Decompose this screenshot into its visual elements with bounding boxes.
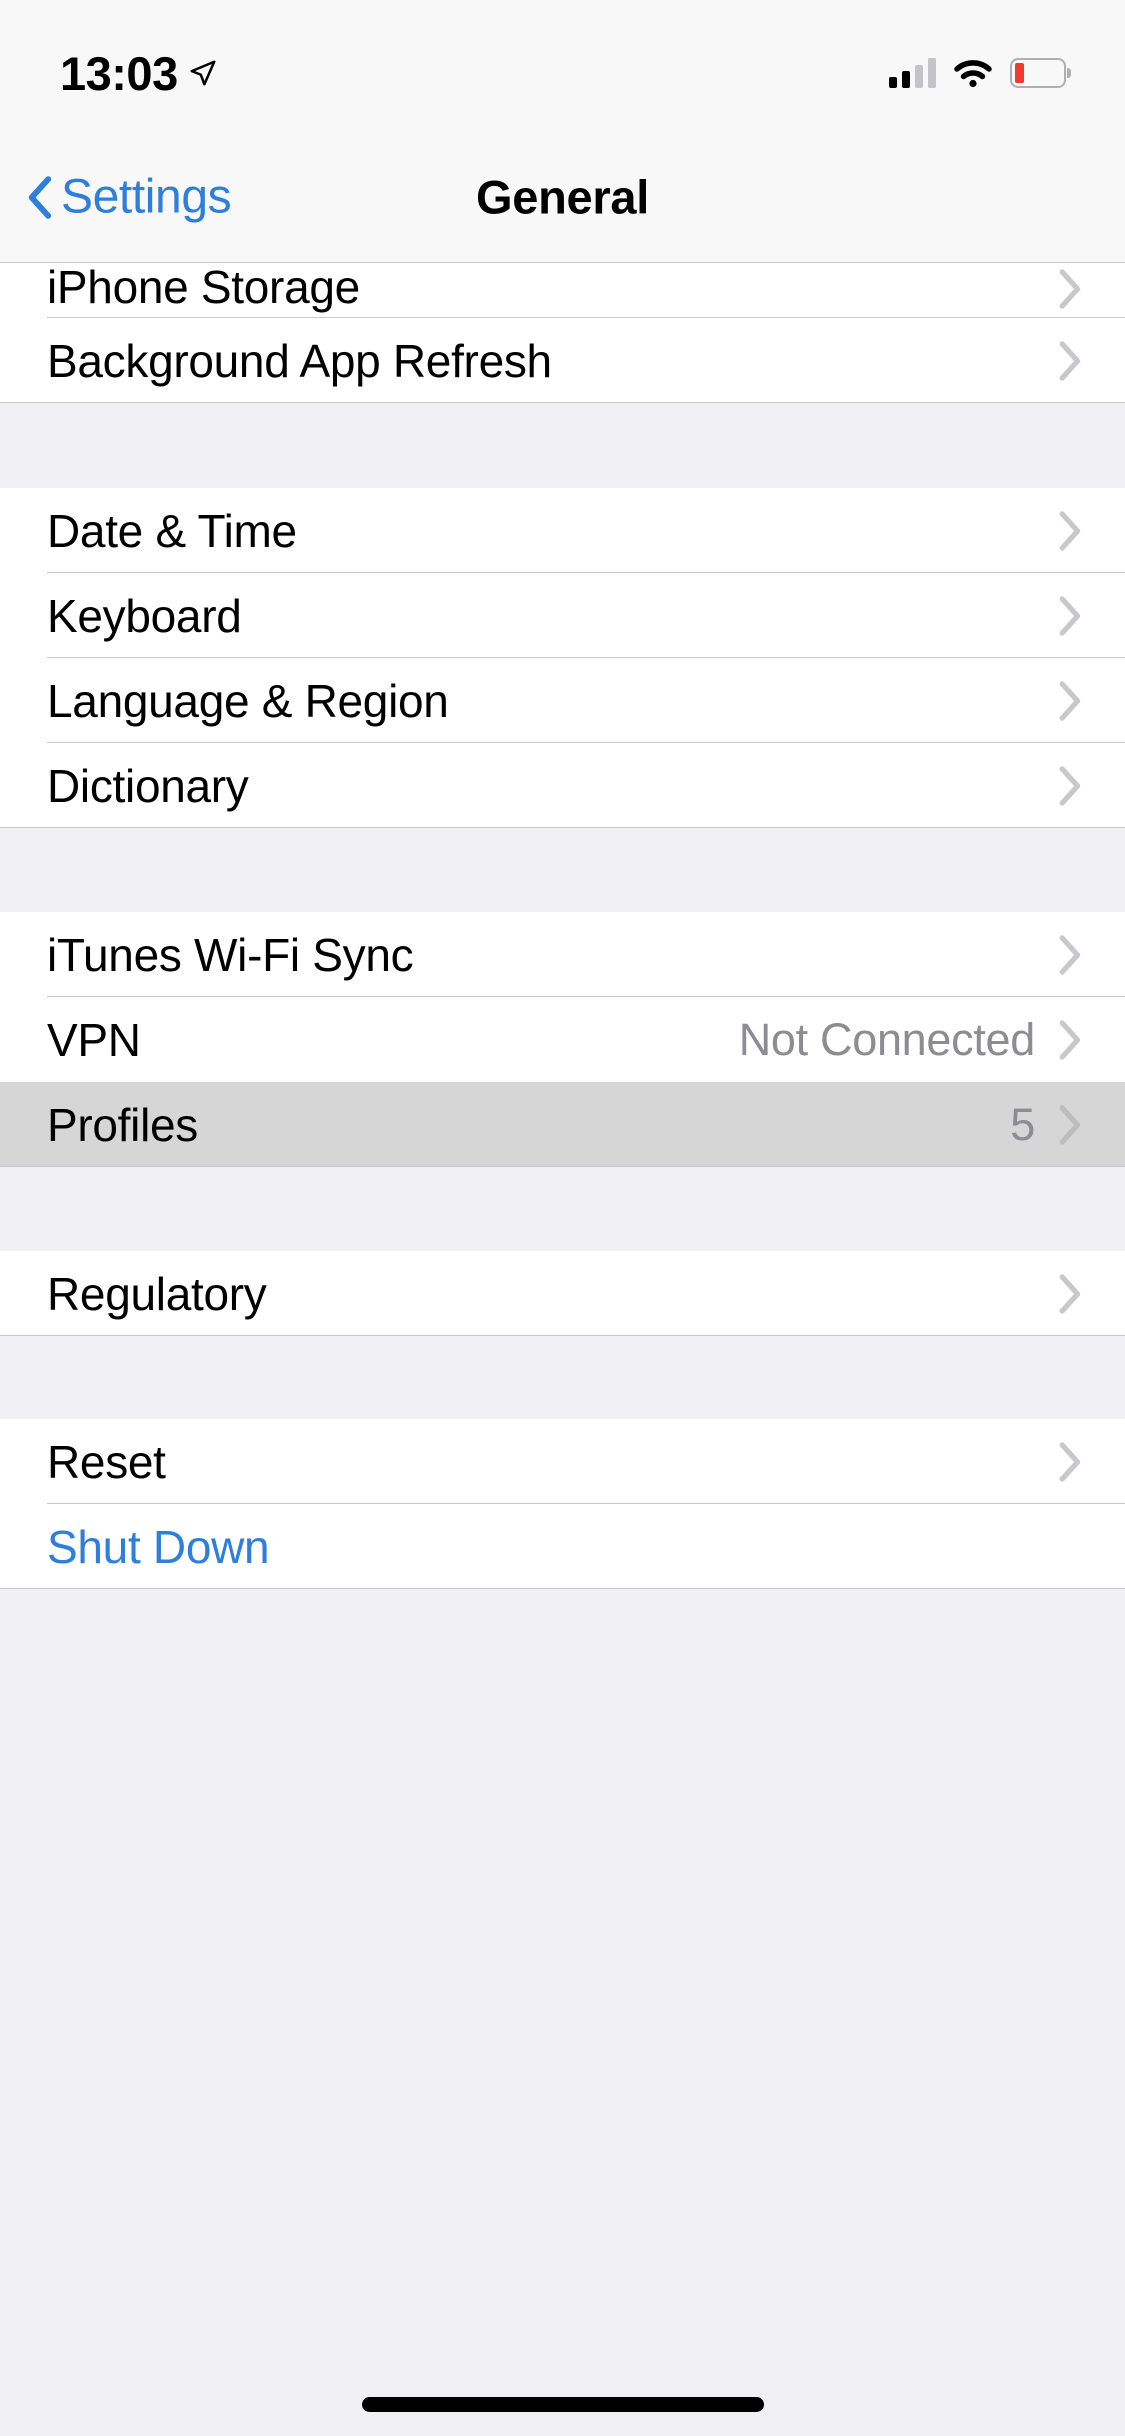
- cellular-signal-icon: [889, 58, 936, 88]
- section-gap: [0, 828, 1125, 912]
- list-item-label: VPN: [47, 1013, 141, 1066]
- list-item-iphone-storage[interactable]: iPhone Storage: [0, 263, 1125, 318]
- bottom-spacer: [0, 1589, 1125, 1905]
- location-arrow-icon: [190, 60, 216, 86]
- chevron-right-icon: [1059, 595, 1081, 636]
- chevron-right-icon: [1059, 1019, 1081, 1060]
- list-item-label: Regulatory: [47, 1267, 267, 1320]
- section-gap: [0, 1336, 1125, 1419]
- chevron-right-icon: [1059, 340, 1081, 381]
- list-item-profiles[interactable]: Profiles 5: [0, 1082, 1125, 1167]
- list-item-shut-down[interactable]: Shut Down: [0, 1504, 1125, 1589]
- chevron-right-icon: [1059, 1104, 1081, 1145]
- chevron-right-icon: [1059, 765, 1081, 806]
- list-item-label: Dictionary: [47, 759, 249, 812]
- list-item-label: Date & Time: [47, 504, 297, 557]
- chevron-right-icon: [1059, 1273, 1081, 1314]
- chevron-right-icon: [1059, 680, 1081, 721]
- section-gap: [0, 403, 1125, 488]
- chevron-right-icon: [1059, 934, 1081, 975]
- status-bar-clock: 13:03: [60, 46, 178, 100]
- list-item-value: Not Connected: [738, 1013, 1036, 1065]
- list-item-label: Keyboard: [47, 589, 242, 642]
- settings-group-legal: Regulatory: [0, 1251, 1125, 1336]
- list-item-label: iPhone Storage: [47, 261, 360, 313]
- chevron-right-icon: [1059, 269, 1081, 309]
- list-item-language-region[interactable]: Language & Region: [0, 658, 1125, 743]
- settings-group-storage: iPhone Storage Background App Refresh: [0, 263, 1125, 403]
- status-bar: 13:03: [0, 0, 1125, 132]
- list-item-label: Language & Region: [47, 674, 449, 727]
- page-title: General: [476, 170, 649, 224]
- list-item-vpn[interactable]: VPN Not Connected: [0, 997, 1125, 1082]
- list-item-background-app-refresh[interactable]: Background App Refresh: [0, 318, 1125, 403]
- battery-low-icon: [1010, 58, 1071, 88]
- list-item-reset[interactable]: Reset: [0, 1419, 1125, 1504]
- list-item-label: Reset: [47, 1435, 166, 1488]
- iphone-screen: 13:03 Settings General iPhone Storage Ba…: [0, 0, 1125, 2436]
- list-item-itunes-wifi-sync[interactable]: iTunes Wi-Fi Sync: [0, 912, 1125, 997]
- status-bar-right: [889, 58, 1071, 88]
- list-item-keyboard[interactable]: Keyboard: [0, 573, 1125, 658]
- settings-group-connectivity: iTunes Wi-Fi Sync VPN Not Connected Prof…: [0, 912, 1125, 1167]
- list-item-label: Background App Refresh: [47, 334, 552, 387]
- settings-group-localization: Date & Time Keyboard Language & Region D…: [0, 488, 1125, 828]
- list-item-date-time[interactable]: Date & Time: [0, 488, 1125, 573]
- section-gap: [0, 1167, 1125, 1251]
- wifi-icon: [954, 60, 992, 88]
- list-item-label: iTunes Wi-Fi Sync: [47, 928, 414, 981]
- settings-list[interactable]: iPhone Storage Background App Refresh Da…: [0, 263, 1125, 2436]
- list-item-label: Profiles: [47, 1098, 198, 1151]
- chevron-right-icon: [1059, 510, 1081, 551]
- list-item-dictionary[interactable]: Dictionary: [0, 743, 1125, 828]
- status-bar-left: 13:03: [60, 46, 218, 101]
- settings-group-system: Reset Shut Down: [0, 1419, 1125, 1589]
- chevron-right-icon: [1059, 1441, 1081, 1482]
- home-indicator[interactable]: [361, 2397, 764, 2412]
- list-item-value: 5: [1010, 1098, 1035, 1150]
- list-item-label: Shut Down: [47, 1520, 270, 1573]
- navigation-bar: Settings General: [0, 132, 1125, 263]
- list-item-regulatory[interactable]: Regulatory: [0, 1251, 1125, 1336]
